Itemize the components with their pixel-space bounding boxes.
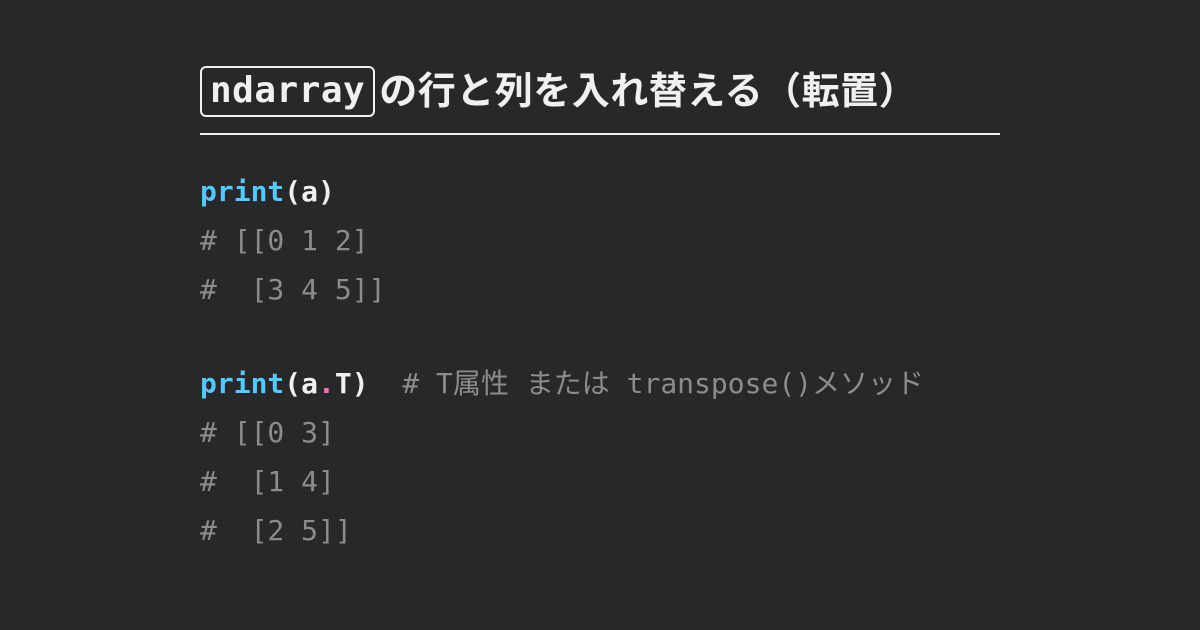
code-line-2: print(a.T) # T属性 または transpose()メソッド bbox=[200, 367, 924, 400]
title-rest: の行と列を入れ替える（転置） bbox=[379, 60, 917, 115]
slide-container: ndarrayの行と列を入れ替える（転置） print(a) # [[0 1 2… bbox=[0, 0, 1200, 555]
output-1-line-1: # [[0 1 2] bbox=[200, 224, 369, 257]
tok-rparen-2: ) bbox=[352, 367, 369, 400]
tok-lparen-1: ( bbox=[284, 175, 301, 208]
tok-print-1: print bbox=[200, 175, 284, 208]
tok-var-a-1: a bbox=[301, 175, 318, 208]
code-block: print(a) # [[0 1 2] # [3 4 5]] print(a.T… bbox=[200, 167, 1000, 555]
inline-comment: # T属性 または transpose()メソッド bbox=[402, 367, 924, 400]
tok-dot: . bbox=[318, 367, 335, 400]
output-2-line-1: # [[0 3] bbox=[200, 416, 335, 449]
tok-var-a-2: a bbox=[301, 367, 318, 400]
tok-print-2: print bbox=[200, 367, 284, 400]
tok-space bbox=[369, 367, 403, 400]
output-1-line-2: # [3 4 5]] bbox=[200, 273, 385, 306]
title-keyword-box: ndarray bbox=[200, 66, 375, 117]
slide-title: ndarrayの行と列を入れ替える（転置） bbox=[200, 60, 1000, 135]
blank-line bbox=[200, 314, 1000, 359]
code-line-1: print(a) bbox=[200, 175, 335, 208]
tok-attr-T: T bbox=[335, 367, 352, 400]
tok-lparen-2: ( bbox=[284, 367, 301, 400]
output-2-line-2: # [1 4] bbox=[200, 465, 335, 498]
tok-rparen-1: ) bbox=[318, 175, 335, 208]
output-2-line-3: # [2 5]] bbox=[200, 514, 352, 547]
